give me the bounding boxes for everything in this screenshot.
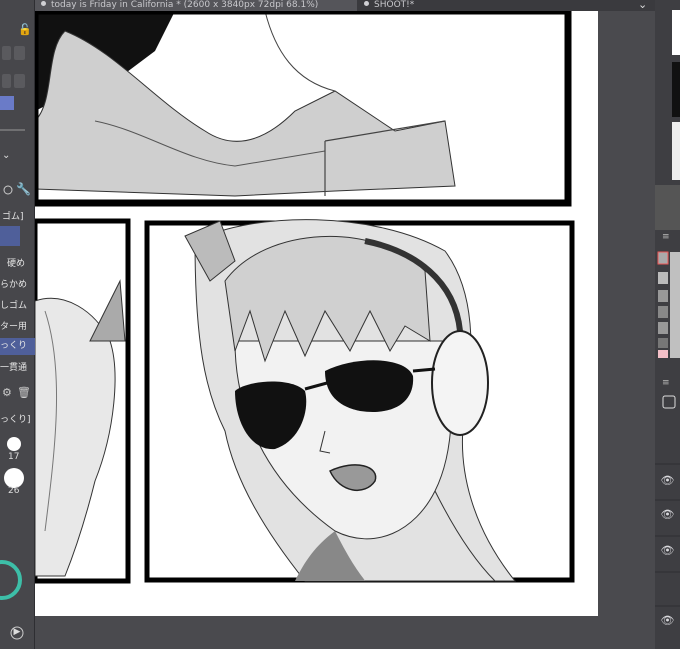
tab-dot-icon [364, 1, 369, 6]
tab-label: today is Friday in California * (2600 x … [51, 0, 319, 10]
eye-icon[interactable]: 👁 [655, 474, 680, 487]
subtool-label: ゴム] [2, 212, 24, 222]
brush-size-large[interactable]: 26 [8, 486, 19, 496]
eye-icon[interactable]: 👁 [655, 544, 680, 557]
brush-option-selected[interactable]: っくり [0, 338, 35, 355]
tab-label: SHOOT!* [374, 0, 415, 10]
chevron-down-icon[interactable]: ⌄ [2, 150, 16, 164]
wrench-icon[interactable]: 🔧 [16, 182, 31, 196]
play-icon[interactable]: ▶ [10, 625, 24, 639]
brush-option-vector[interactable]: ター用 [0, 319, 35, 335]
brush-option-penetrate[interactable]: 一貫通 [0, 360, 35, 376]
eye-icon[interactable]: 👁 [655, 614, 680, 627]
color-wheel-icon[interactable] [0, 560, 20, 600]
menu-icon[interactable]: ≡ [662, 378, 670, 388]
lock-icon[interactable] [15, 22, 29, 36]
brush-option-eraser[interactable]: しゴム [0, 298, 35, 314]
gear-icon[interactable]: ⚙ [2, 386, 12, 399]
menu-icon[interactable]: ≡ [662, 232, 670, 242]
canvas-page[interactable] [35, 11, 598, 616]
brush-size-small[interactable]: 17 [8, 452, 19, 462]
eye-icon[interactable]: 👁 [655, 508, 680, 521]
tab-dot-icon [41, 1, 46, 6]
document-tab-shoot[interactable]: SHOOT!* [358, 0, 478, 11]
brush-option-hard[interactable]: 硬め [0, 256, 35, 272]
chevron-down-icon[interactable]: ⌄ [638, 0, 647, 11]
trash-icon[interactable]: 🗑 [17, 386, 31, 399]
brush-option-soft[interactable]: らかめ [0, 277, 35, 293]
document-tab-active[interactable]: today is Friday in California * (2600 x … [35, 0, 357, 11]
manga-artwork [35, 11, 575, 584]
current-tool-label: っくり] [0, 415, 31, 425]
